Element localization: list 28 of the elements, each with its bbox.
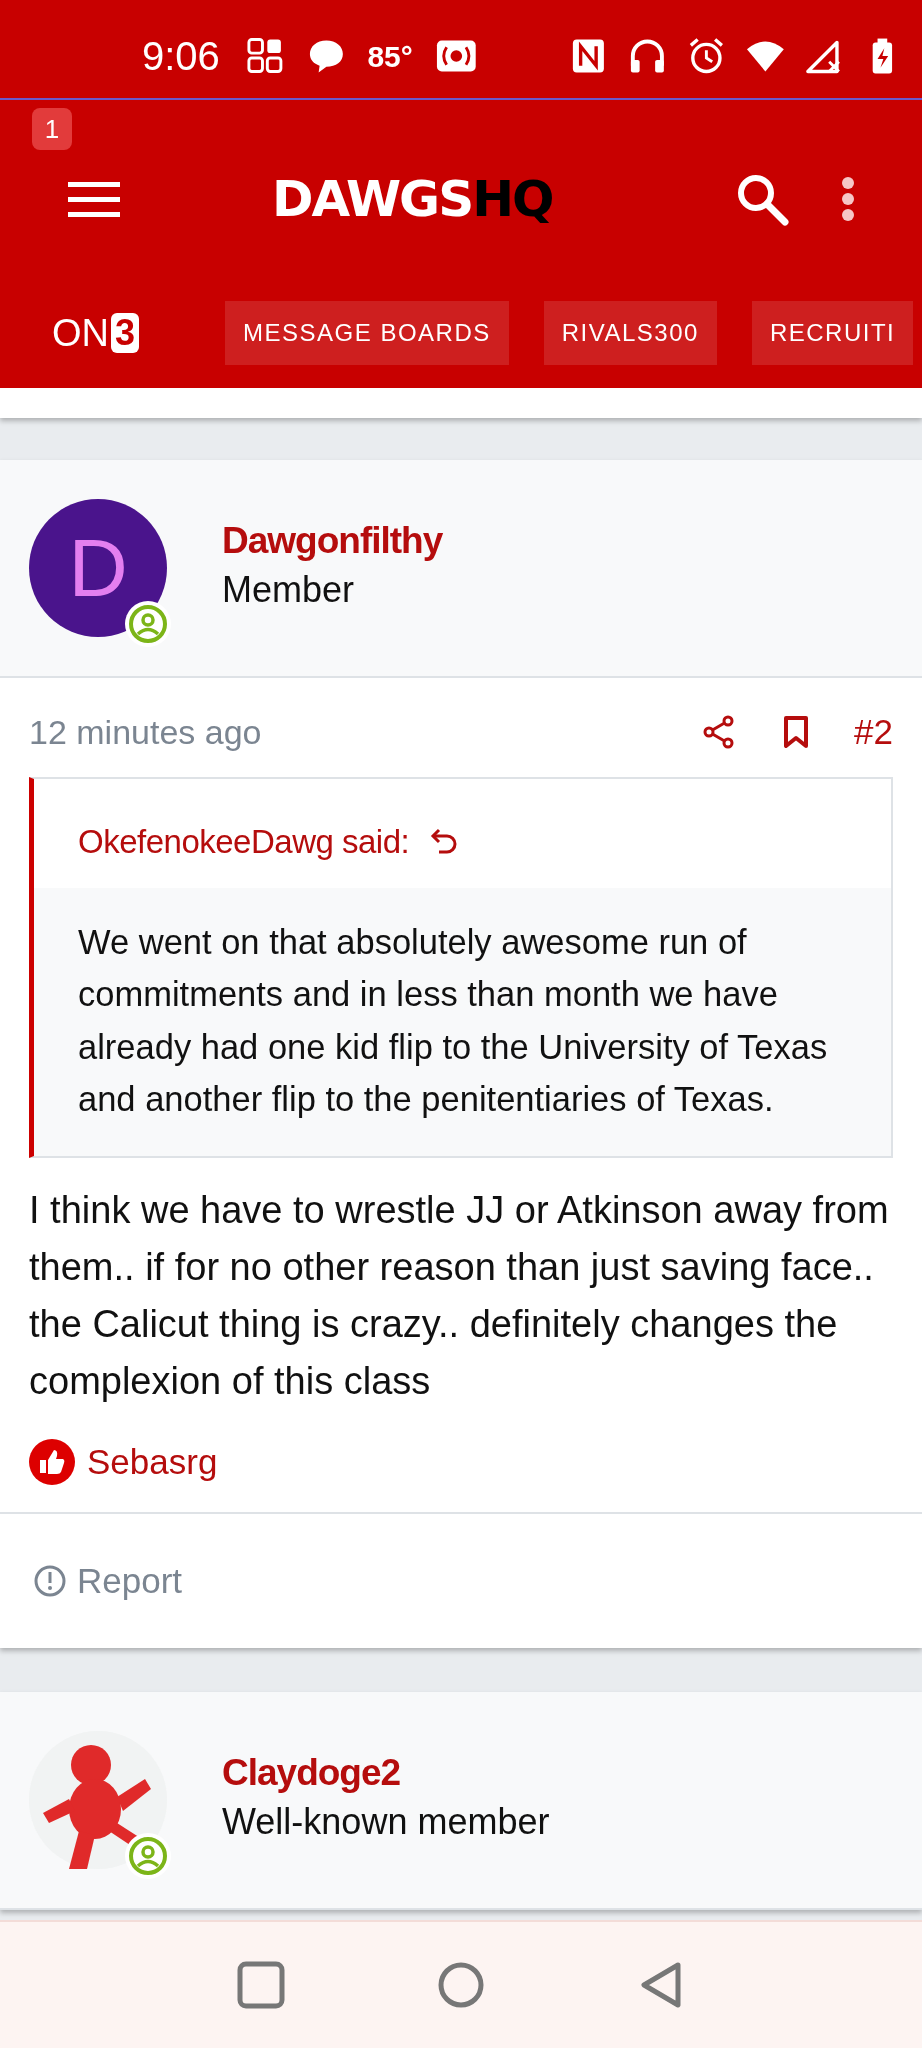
nav-tab[interactable]: MESSAGE BOARDS (225, 301, 509, 365)
report-button[interactable]: Report (33, 1555, 183, 1608)
notification-badge: 1 (32, 108, 72, 150)
avatar[interactable]: D (29, 499, 167, 637)
username-link[interactable]: Dawgonfilthy (222, 518, 443, 564)
post-time: 12 minutes ago (29, 711, 262, 753)
post-body: I think we have to wrestle JJ or Atkinson away from them.. if for no other reason than just saving face.. the Calicut thing is crazy.. definitely changes the complexion of this class (28, 1187, 890, 1404)
nav-tab[interactable]: RIVALS300 (543, 301, 717, 365)
post-number-link[interactable]: #2 (854, 706, 893, 759)
menu-icon[interactable] (66, 179, 122, 219)
brand-logo[interactable]: ON 3 (52, 304, 140, 362)
more-options-icon[interactable] (840, 176, 856, 222)
thumbs-up-icon (29, 1439, 75, 1485)
user-role: Well-known member (222, 1800, 550, 1845)
temperature-text: 85° (367, 38, 413, 75)
home-button[interactable] (436, 1960, 486, 2010)
widgets-icon (245, 36, 285, 76)
liker-link[interactable]: Sebasrg (87, 1435, 218, 1489)
quote-text: We went on that absolutely awesome run of commitments and in less than month we have already had one kid flip to the University of Texas and another flip to the penitentiaries of Texas. (34, 888, 891, 1156)
user-role: Member (222, 568, 356, 613)
bookmark-icon[interactable] (782, 715, 811, 750)
site-logo[interactable]: DAWGSHQ (272, 174, 553, 224)
alert-icon (33, 1564, 67, 1599)
username-link[interactable]: Claydoge2 (222, 1751, 550, 1796)
clock-text: 9:06 (142, 33, 220, 80)
nav-tab[interactable]: RECRUITI (751, 301, 914, 365)
quote-author-link[interactable]: OkefenokeeDawg said: (78, 816, 410, 866)
recents-button[interactable] (236, 1960, 286, 2010)
